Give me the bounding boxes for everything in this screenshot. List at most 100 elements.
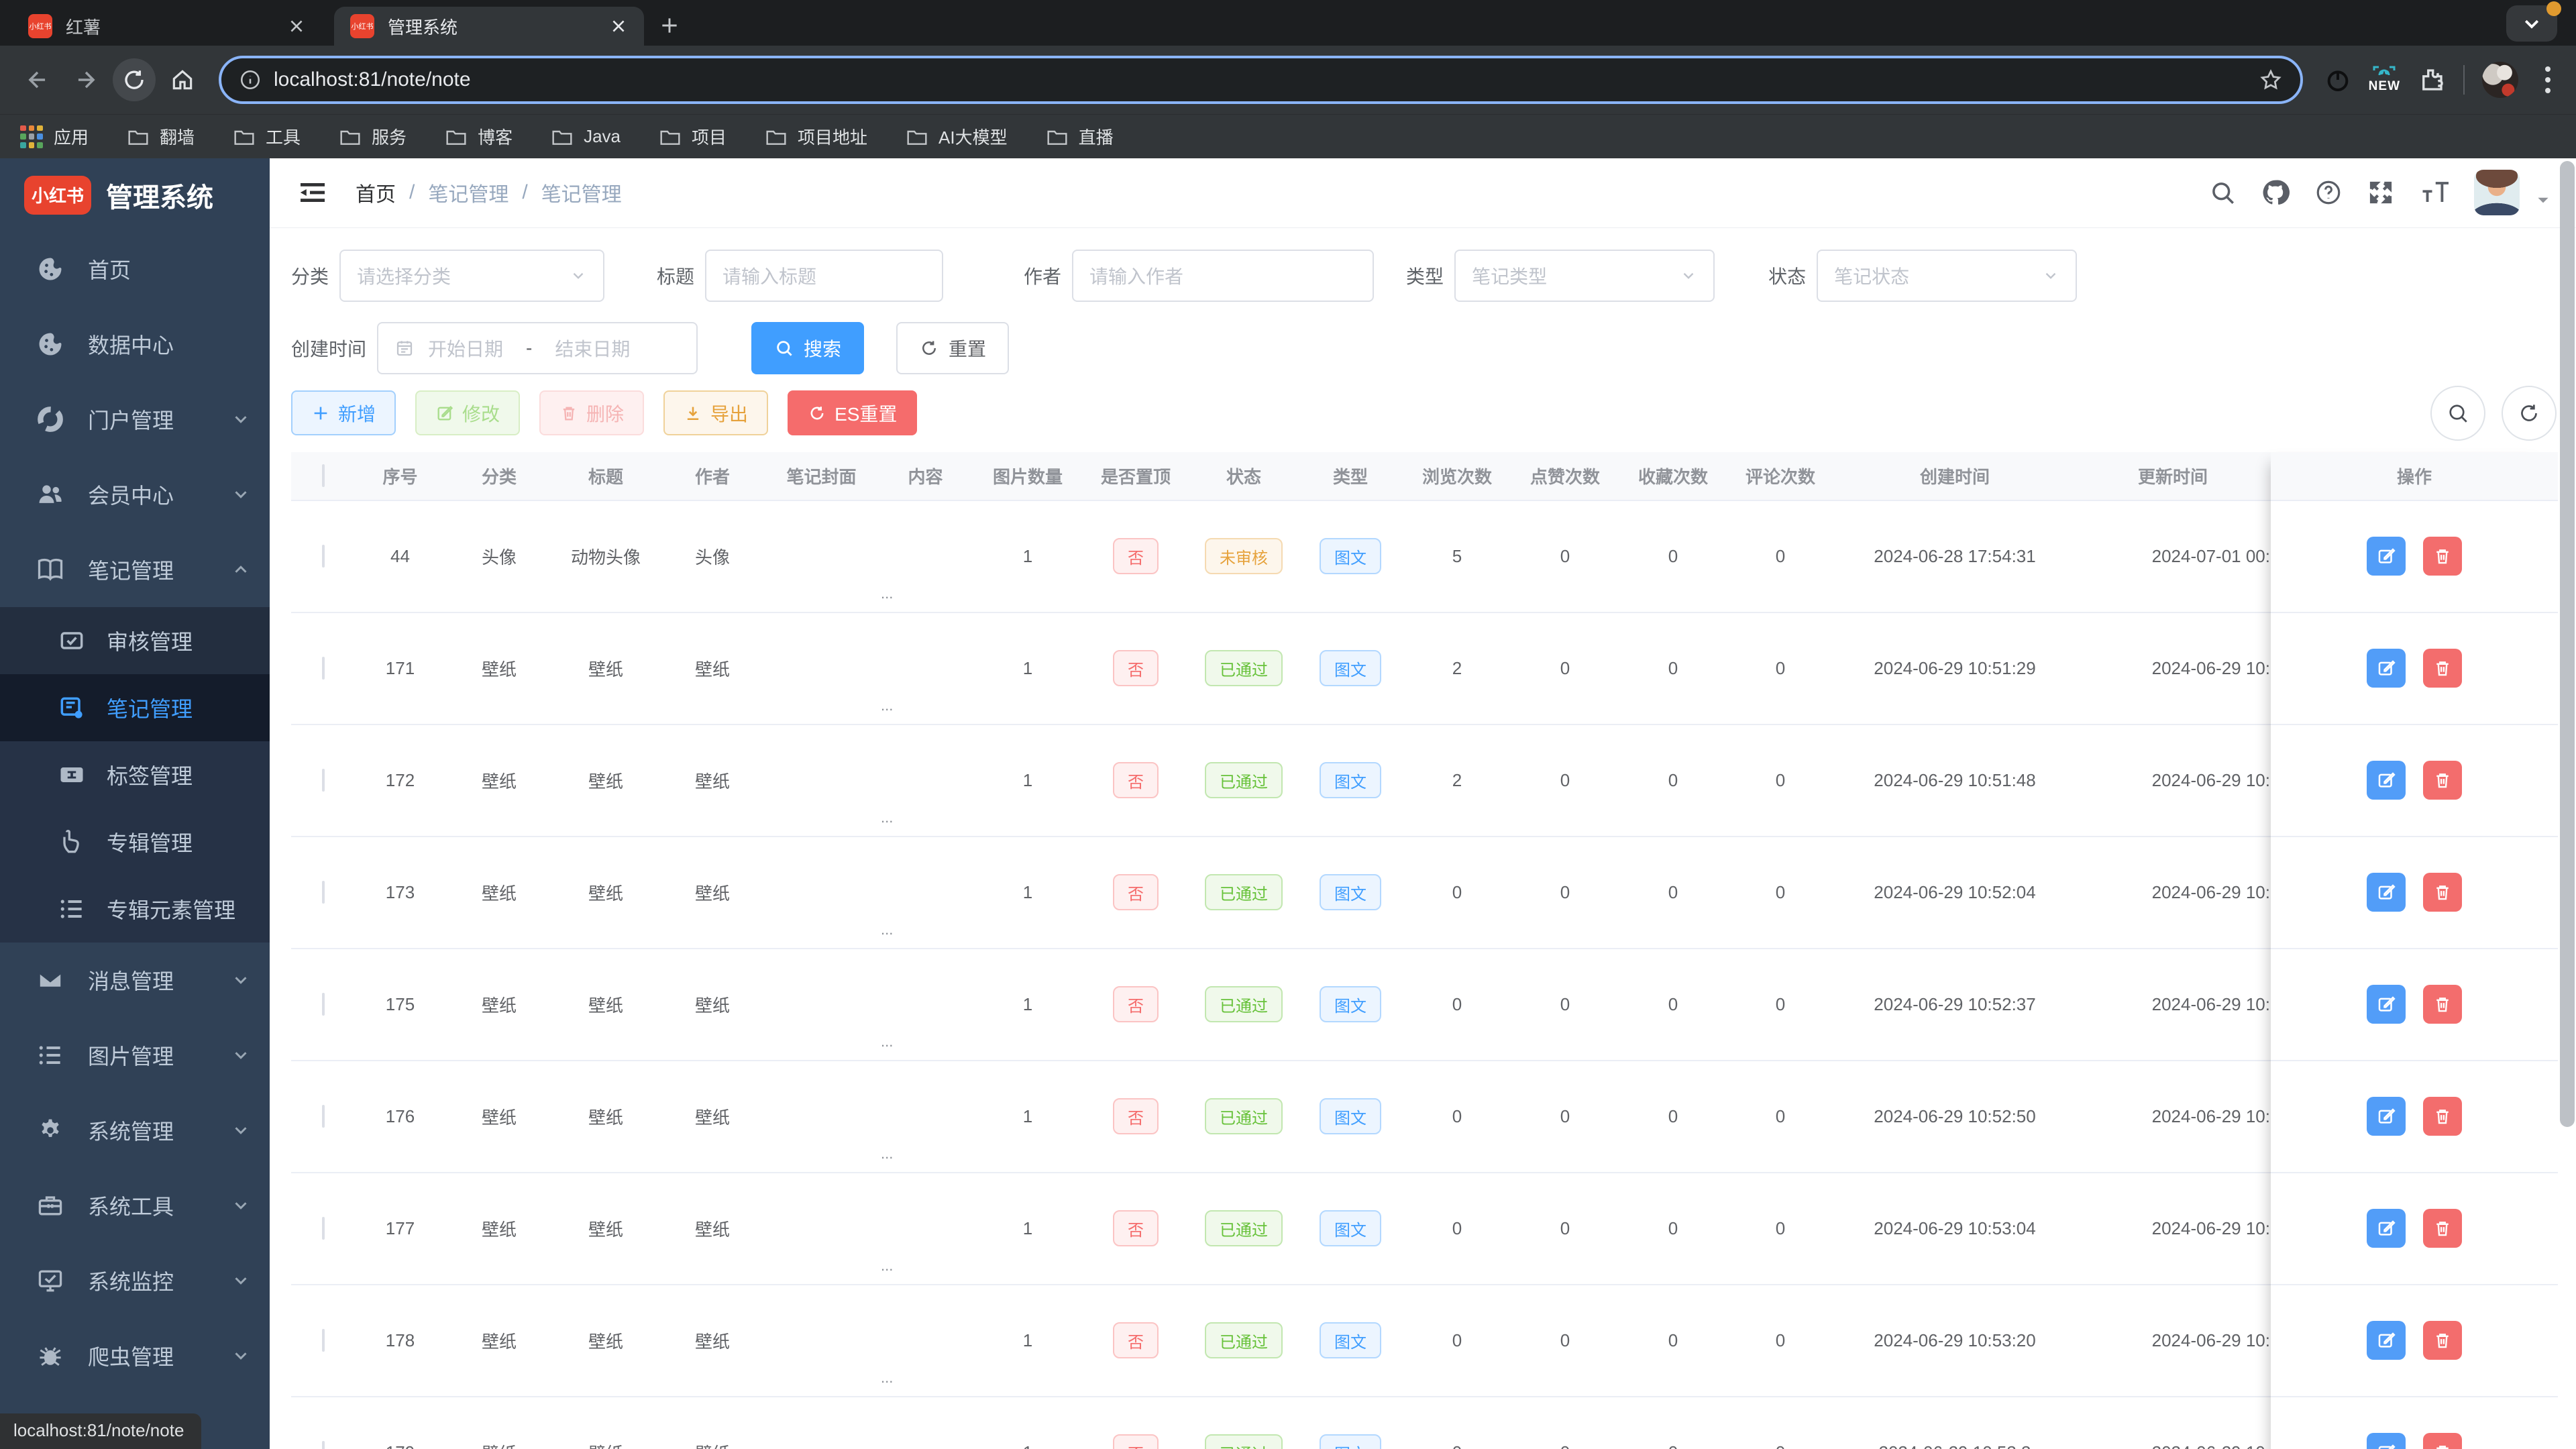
fullscreen-icon[interactable] — [2367, 178, 2395, 207]
row-checkbox[interactable] — [321, 768, 325, 792]
sidebar-item-note-manage-active[interactable]: 笔记管理 — [0, 674, 270, 741]
sidebar-item-system[interactable]: 系统管理 — [0, 1093, 270, 1168]
bookmark-apps[interactable]: 应用 — [20, 124, 89, 149]
tab-close-icon[interactable] — [605, 13, 632, 40]
row-checkbox[interactable] — [321, 1104, 325, 1128]
sidebar-item-portal[interactable]: 门户管理 — [0, 382, 270, 457]
bookmark-folder[interactable]: 直播 — [1046, 124, 1114, 149]
row-checkbox[interactable] — [321, 1328, 325, 1352]
font-size-icon[interactable] — [2419, 178, 2450, 207]
export-button[interactable]: 导出 — [663, 390, 769, 436]
sidebar-item-review[interactable]: 审核管理 — [0, 607, 270, 674]
new-tab-button[interactable] — [651, 7, 688, 44]
sidebar-item-images[interactable]: 图片管理 — [0, 1018, 270, 1093]
row-checkbox[interactable] — [321, 1440, 325, 1449]
sidebar-item-messages[interactable]: 消息管理 — [0, 943, 270, 1018]
row-delete-button[interactable] — [2423, 649, 2462, 688]
author-input[interactable]: 请输入作者 — [1072, 249, 1375, 302]
address-bar[interactable]: localhost:81/note/note — [219, 56, 2303, 104]
new-extension-icon[interactable]: NEW — [2369, 66, 2400, 94]
delete-button[interactable]: 删除 — [539, 390, 645, 436]
forward-button[interactable] — [64, 58, 107, 101]
app-logo[interactable]: 小红书 管理系统 — [0, 158, 270, 231]
help-icon[interactable] — [2314, 178, 2343, 207]
sidebar-item-albums[interactable]: 专辑管理 — [0, 808, 270, 875]
github-icon[interactable] — [2261, 178, 2290, 207]
sidebar-item-spider[interactable]: 爬虫管理 — [0, 1318, 270, 1393]
row-edit-button[interactable] — [2367, 537, 2406, 576]
row-edit-button[interactable] — [2367, 985, 2406, 1024]
toggle-search-button[interactable] — [2430, 385, 2485, 441]
breadcrumb-home[interactable]: 首页 — [356, 178, 396, 207]
row-delete-button[interactable] — [2423, 1097, 2462, 1136]
row-delete-button[interactable] — [2423, 873, 2462, 912]
sidebar-item-album-elements[interactable]: 专辑元素管理 — [0, 875, 270, 943]
row-edit-button[interactable] — [2367, 761, 2406, 800]
sidebar-item-home[interactable]: 首页 — [0, 231, 270, 307]
bookmark-folder[interactable]: 服务 — [339, 124, 407, 149]
row-edit-button[interactable] — [2367, 1433, 2406, 1449]
back-button[interactable] — [16, 58, 59, 101]
row-edit-button[interactable] — [2367, 1097, 2406, 1136]
row-checkbox[interactable] — [321, 656, 325, 680]
refresh-table-button[interactable] — [2502, 385, 2557, 441]
status-select[interactable]: 笔记状态 — [1817, 249, 2078, 302]
row-delete-button[interactable] — [2423, 1209, 2462, 1248]
select-all-checkbox[interactable] — [321, 464, 325, 487]
row-edit-button[interactable] — [2367, 1209, 2406, 1248]
row-delete-button[interactable] — [2423, 1321, 2462, 1360]
search-button[interactable]: 搜索 — [751, 321, 865, 374]
category-select[interactable]: 请选择分类 — [339, 249, 605, 302]
es-reset-button[interactable]: ES重置 — [788, 390, 918, 436]
row-delete-button[interactable] — [2423, 537, 2462, 576]
row-edit-button[interactable] — [2367, 873, 2406, 912]
home-button[interactable] — [161, 58, 204, 101]
site-info-icon[interactable] — [239, 68, 262, 91]
row-delete-button[interactable] — [2423, 761, 2462, 800]
browser-menu-icon[interactable] — [2536, 66, 2560, 93]
bookmark-folder[interactable]: 工具 — [233, 124, 301, 149]
scrollbar-thumb[interactable] — [2560, 161, 2575, 1127]
sidebar-item-notes[interactable]: 笔记管理 — [0, 532, 270, 607]
row-checkbox[interactable] — [321, 544, 325, 568]
date-range-input[interactable]: 开始日期 - 结束日期 — [377, 321, 698, 374]
bookmark-folder[interactable]: AI大模型 — [906, 124, 1008, 149]
avatar-caret-icon[interactable] — [2534, 191, 2552, 209]
sidebar-item-tags[interactable]: 标签管理 — [0, 741, 270, 808]
row-edit-button[interactable] — [2367, 649, 2406, 688]
user-avatar[interactable] — [2474, 170, 2520, 216]
sidebar-item-data-center[interactable]: 数据中心 — [0, 307, 270, 382]
extensions-puzzle-icon[interactable] — [2418, 66, 2446, 94]
type-select[interactable]: 笔记类型 — [1454, 249, 1715, 302]
row-delete-button[interactable] — [2423, 1433, 2462, 1449]
sidebar-item-tools[interactable]: 系统工具 — [0, 1168, 270, 1243]
reload-button[interactable] — [113, 58, 156, 101]
row-checkbox[interactable] — [321, 1216, 325, 1240]
sidebar-item-monitor[interactable]: 系统监控 — [0, 1243, 270, 1318]
reset-button[interactable]: 重置 — [896, 321, 1010, 374]
bookmark-folder[interactable]: 项目 — [659, 124, 727, 149]
edit-button[interactable]: 修改 — [415, 390, 521, 436]
bookmark-star-icon[interactable] — [2259, 68, 2283, 92]
sidebar-fold-icon[interactable] — [297, 176, 329, 209]
tab-close-icon[interactable] — [283, 13, 310, 40]
bookmark-folder[interactable]: Java — [551, 124, 621, 149]
browser-tab-active[interactable]: 小红书 管理系统 — [334, 7, 644, 46]
row-checkbox[interactable] — [321, 992, 325, 1016]
row-checkbox[interactable] — [321, 880, 325, 904]
page-scrollbar[interactable] — [2559, 158, 2575, 1449]
bookmark-folder[interactable]: 翻墙 — [127, 124, 195, 149]
power-extension-icon[interactable] — [2324, 66, 2351, 93]
sidebar-item-members[interactable]: 会员中心 — [0, 457, 270, 532]
url-text[interactable]: localhost:81/note/note — [274, 68, 2259, 91]
browser-profile-avatar[interactable] — [2482, 62, 2518, 98]
title-input[interactable]: 请输入标题 — [705, 249, 944, 302]
search-icon[interactable] — [2208, 178, 2237, 207]
add-button[interactable]: 新增 — [291, 390, 396, 436]
browser-menu-chevron-button[interactable] — [2506, 1, 2561, 42]
bookmark-folder[interactable]: 博客 — [445, 124, 513, 149]
bookmark-folder[interactable]: 项目地址 — [765, 124, 867, 149]
row-edit-button[interactable] — [2367, 1321, 2406, 1360]
browser-tab[interactable]: 小红书 红薯 — [12, 7, 322, 46]
row-delete-button[interactable] — [2423, 985, 2462, 1024]
